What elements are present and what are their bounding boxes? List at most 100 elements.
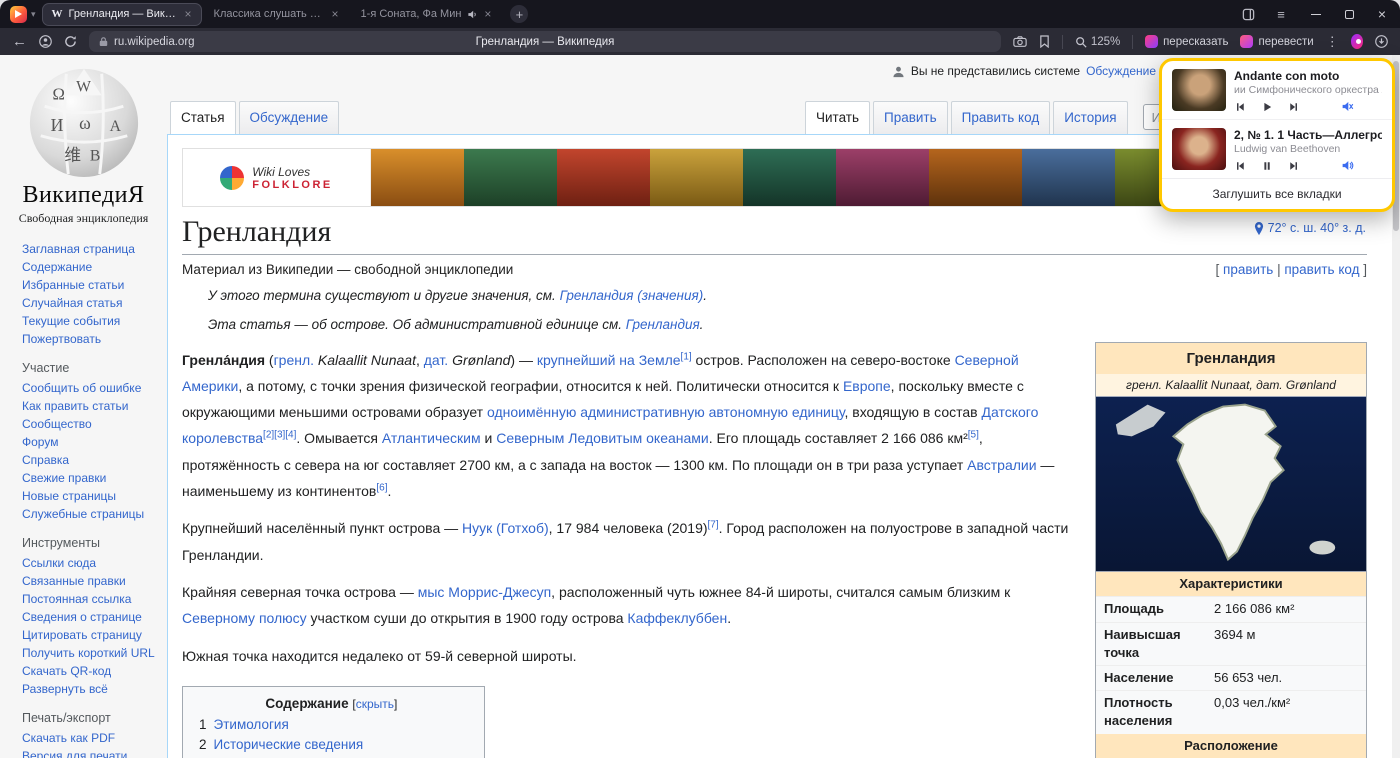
toc-hide-link[interactable]: скрыть	[356, 697, 394, 711]
tab-talk[interactable]: Обсуждение	[239, 101, 340, 134]
sidebar-item-cite-page[interactable]: Цитировать страницу	[22, 628, 142, 642]
close-window-icon[interactable]: ×	[1378, 7, 1386, 21]
text-link[interactable]: Европе	[843, 378, 891, 394]
text-link[interactable]: крупнейший на Земле	[537, 352, 681, 368]
play-icon[interactable]	[1261, 101, 1273, 113]
sidebar-item-recent-changes[interactable]: Свежие правки	[22, 471, 106, 485]
edit-link[interactable]: править	[1223, 262, 1273, 277]
previous-track-icon[interactable]	[1234, 160, 1246, 172]
text-link[interactable]: Северному полюсу	[182, 610, 307, 626]
next-track-icon[interactable]	[1288, 160, 1300, 172]
mute-all-tabs-button[interactable]: Заглушить все вкладки	[1162, 178, 1392, 209]
volume-icon[interactable]	[1341, 159, 1354, 172]
profile-icon[interactable]	[39, 35, 52, 48]
edit-source-link[interactable]: править код	[1284, 262, 1359, 277]
voice-assistant-icon[interactable]	[1351, 34, 1363, 49]
svg-text:Ω: Ω	[52, 84, 64, 103]
reference-link[interactable]: [2][3][4]	[263, 430, 296, 441]
tab-history[interactable]: История	[1053, 101, 1127, 134]
sidebar-item-forum[interactable]: Форум	[22, 435, 58, 449]
reference-link[interactable]: [1]	[681, 351, 692, 362]
downloads-icon[interactable]	[1375, 35, 1388, 48]
toc-link[interactable]: Этимология	[214, 717, 289, 732]
text-link[interactable]: Каффеклуббен	[627, 610, 727, 626]
translate-button[interactable]: перевести	[1240, 35, 1313, 48]
close-tab-icon[interactable]: ×	[332, 8, 339, 20]
sidebar-item-featured[interactable]: Избранные статьи	[22, 278, 124, 292]
browser-logo-icon[interactable]	[10, 6, 27, 23]
toc-link[interactable]: Исторические сведения	[214, 737, 364, 752]
sidebar-item-new-pages[interactable]: Новые страницы	[22, 489, 116, 503]
reference-link[interactable]: [6]	[376, 482, 387, 493]
reference-link[interactable]: [7]	[708, 520, 719, 531]
tab-read[interactable]: Читать	[805, 101, 870, 134]
sidebar-item-related-changes[interactable]: Связанные правки	[22, 574, 126, 588]
banner-logo: Wiki Loves FOLKLORE	[183, 149, 371, 206]
zoom-control[interactable]: 125%	[1075, 36, 1120, 48]
text-link[interactable]: дат.	[424, 352, 448, 368]
coordinates-indicator[interactable]: 72° с. ш. 40° з. д.	[1254, 221, 1366, 235]
menu-icon[interactable]: ≡	[1277, 7, 1285, 22]
hatnote[interactable]: У этого термина существуют и другие знач…	[208, 286, 1367, 306]
browser-toolbar: ← ru.wikipedia.org Гренландия — Википеди…	[0, 28, 1400, 55]
text-link[interactable]: Северным Ледовитым океанами	[496, 430, 709, 446]
text-link[interactable]: гренл.	[274, 352, 314, 368]
satellite-image[interactable]	[1096, 396, 1366, 572]
tab-article[interactable]: Статья	[170, 101, 236, 134]
chevron-down-icon[interactable]: ▾	[31, 9, 36, 20]
kebab-menu-icon[interactable]: ⋮	[1326, 34, 1339, 50]
browser-tab-sonata[interactable]: 1-я Соната, Фа Мин ×	[352, 4, 501, 25]
site-subtitle: Материал из Википедии — свободной энцикл…	[182, 262, 513, 277]
sidebar-item-what-links-here[interactable]: Ссылки сюда	[22, 556, 96, 570]
back-icon[interactable]: ←	[12, 33, 27, 50]
sidebar-item-qr-code[interactable]: Скачать QR-код	[22, 664, 111, 678]
sidebar-item-printable-version[interactable]: Версия для печати	[22, 749, 127, 758]
tab-edit-source[interactable]: Править код	[951, 101, 1051, 134]
next-track-icon[interactable]	[1288, 101, 1300, 113]
close-tab-icon[interactable]: ×	[484, 8, 491, 20]
side-panel-icon[interactable]	[1242, 8, 1255, 21]
volume-muted-icon[interactable]	[1341, 100, 1354, 113]
minimize-icon[interactable]	[1311, 14, 1321, 15]
refresh-icon[interactable]	[64, 35, 77, 48]
address-bar[interactable]: ru.wikipedia.org Гренландия — Википедия	[89, 31, 1001, 52]
sidebar-item-current-events[interactable]: Текущие события	[22, 314, 120, 328]
retell-button[interactable]: пересказать	[1145, 35, 1228, 48]
sidebar-item-random[interactable]: Случайная статья	[22, 296, 122, 310]
text-link[interactable]: Австралии	[967, 457, 1036, 473]
browser-tab-wikipedia[interactable]: W Гренландия — Википедия ×	[43, 4, 201, 25]
svg-text:В: В	[89, 147, 99, 164]
sidebar-item-download-pdf[interactable]: Скачать как PDF	[22, 731, 115, 745]
previous-track-icon[interactable]	[1234, 101, 1246, 113]
sidebar-item-special-pages[interactable]: Служебные страницы	[22, 507, 144, 521]
maximize-icon[interactable]	[1345, 10, 1354, 19]
text-link[interactable]: Гренландия (значения)	[560, 288, 704, 303]
wikipedia-logo[interactable]: Ω W И ω A 维 В	[25, 62, 143, 180]
close-tab-icon[interactable]: ×	[185, 8, 192, 20]
reference-link[interactable]: [5]	[968, 430, 979, 441]
browser-tab-classic-music[interactable]: Классика слушать онлайн ×	[205, 4, 348, 25]
bookmark-icon[interactable]	[1039, 35, 1050, 48]
text-link[interactable]: одноимённую административную автономную …	[487, 404, 845, 420]
pause-icon[interactable]	[1261, 160, 1273, 172]
sidebar-item-page-info[interactable]: Сведения о странице	[22, 610, 142, 624]
sidebar-item-report-error[interactable]: Сообщить об ошибке	[22, 381, 141, 395]
sidebar-item-main-page[interactable]: Заглавная страница	[22, 242, 135, 256]
tab-edit[interactable]: Править	[873, 101, 948, 134]
hatnote[interactable]: Эта статья — об острове. Об администрати…	[208, 315, 1367, 335]
sidebar-item-expand-all[interactable]: Развернуть всё	[22, 682, 108, 696]
text-link[interactable]: Нуук (Готхоб)	[462, 520, 549, 536]
sidebar-item-help[interactable]: Справка	[22, 453, 69, 467]
text-link[interactable]: Атлантическим	[382, 430, 481, 446]
new-tab-button[interactable]: +	[510, 5, 528, 23]
text-link[interactable]: мыс Моррис-Джесуп	[418, 584, 551, 600]
personal-talk-link[interactable]: Обсуждение	[1086, 64, 1156, 78]
sidebar-item-contents[interactable]: Содержание	[22, 260, 92, 274]
sidebar-item-short-url[interactable]: Получить короткий URL	[22, 646, 155, 660]
sidebar-item-donate[interactable]: Пожертвовать	[22, 332, 101, 346]
sidebar-item-community[interactable]: Сообщество	[22, 417, 92, 431]
text-link[interactable]: Гренландия	[626, 317, 700, 332]
sidebar-item-how-to-edit[interactable]: Как править статьи	[22, 399, 128, 413]
sidebar-item-permanent-link[interactable]: Постоянная ссылка	[22, 592, 131, 606]
screenshot-icon[interactable]	[1013, 35, 1027, 48]
